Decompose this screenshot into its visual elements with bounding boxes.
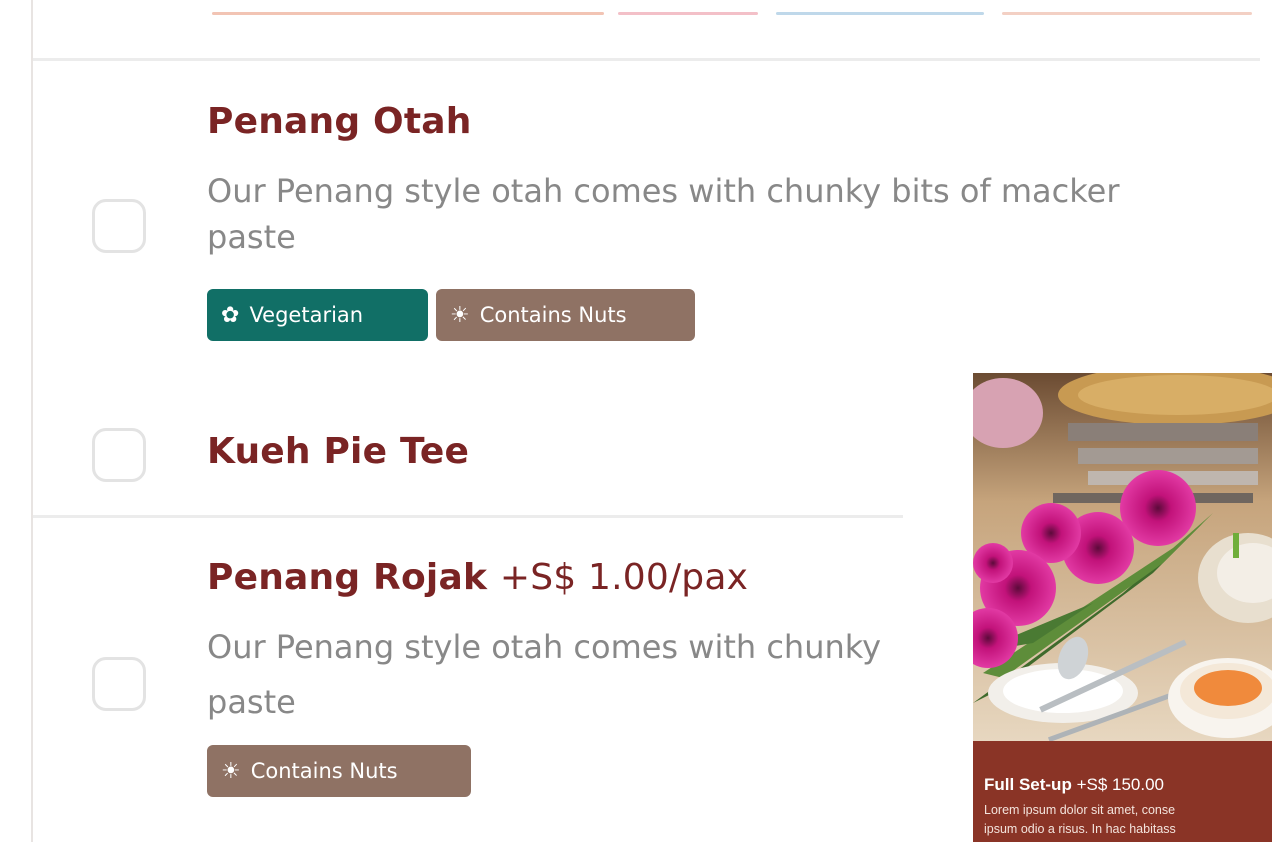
previous-item-tag-edge (618, 12, 758, 15)
item-title: Kueh Pie Tee (207, 431, 470, 472)
previous-item-tag-edge (776, 12, 984, 15)
penang-rojak-checkbox[interactable] (92, 657, 146, 711)
buffet-setup-photo (973, 373, 1272, 741)
previous-item-tag-edge (212, 12, 604, 15)
contains-nuts-tag: ☀ Contains Nuts (207, 745, 471, 797)
tag-label: Contains Nuts (479, 303, 627, 327)
card-price: +S$ 150.00 (1076, 775, 1165, 794)
tag-label: Vegetarian (249, 303, 364, 327)
divider (33, 515, 903, 518)
peanut-icon: ☀ (221, 758, 241, 784)
vegetarian-tag: ✿ Vegetarian (207, 289, 428, 341)
item-description: Our Penang style otah comes with chunky (207, 628, 882, 666)
divider-gap (903, 515, 948, 521)
item-price: +S$ 1.00/pax (499, 557, 749, 598)
card-description-line: ipsum odio a risus. In hac habitass (984, 822, 1176, 836)
item-description-wrap: paste (207, 218, 296, 256)
contains-nuts-tag: ☀ Contains Nuts (436, 289, 695, 341)
full-setup-card[interactable]: Full Set-up +S$ 150.00 Lorem ipsum dolor… (973, 373, 1272, 842)
card-title-name: Full Set-up (984, 775, 1072, 794)
item-description-wrap: paste (207, 683, 296, 721)
card-description: Lorem ipsum dolor sit amet, conse ipsum … (984, 801, 1272, 839)
section-border (31, 0, 33, 842)
leaf-icon: ✿ (221, 302, 240, 328)
penang-otah-checkbox[interactable] (92, 199, 146, 253)
kueh-pie-tee-checkbox[interactable] (92, 428, 146, 482)
card-description-line: Lorem ipsum dolor sit amet, conse (984, 803, 1176, 817)
tag-label: Contains Nuts (250, 759, 398, 783)
menu-page: Penang Otah Our Penang style otah comes … (0, 0, 1272, 842)
item-name: Penang Rojak (207, 557, 488, 598)
previous-item-tag-edge (1002, 12, 1252, 15)
card-footer: Full Set-up +S$ 150.00 Lorem ipsum dolor… (973, 741, 1272, 842)
item-description: Our Penang style otah comes with chunky … (207, 172, 1120, 210)
item-title: Penang Otah (207, 101, 472, 142)
divider (33, 58, 1260, 61)
card-title: Full Set-up +S$ 150.00 (984, 775, 1164, 795)
peanut-icon: ☀ (450, 302, 470, 328)
item-title: Penang Rojak +S$ 1.00/pax (207, 557, 748, 598)
